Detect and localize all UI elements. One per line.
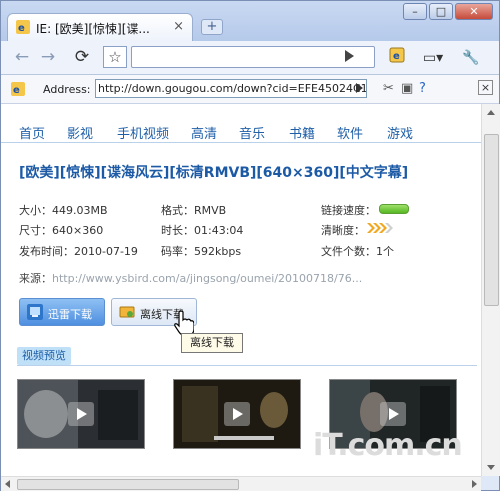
browser-toolbar: ← → ⟳ ☆ e ▭▾ 🔧▾	[1, 41, 499, 88]
tools-icon[interactable]: ✂	[383, 81, 394, 96]
video-preview-label: 视频预览	[17, 347, 71, 365]
vertical-scrollbar[interactable]	[481, 104, 500, 476]
new-tab-button[interactable]: +	[201, 19, 223, 35]
compat-icon[interactable]: ▣	[401, 81, 413, 96]
title-bar: e IE: [欧美][惊悚][谍... × + – □ ✕	[1, 1, 499, 41]
horizontal-scrollbar[interactable]	[1, 476, 481, 491]
info-duration: 时长：01:43:04	[161, 224, 244, 237]
nav-item-mobile-video[interactable]: 手机视频	[117, 123, 169, 142]
nav-item-video[interactable]: 影视	[67, 123, 93, 142]
ie-icon: e	[16, 20, 30, 34]
tooltip: 离线下载	[181, 333, 243, 353]
page-viewport: 首页 影视 手机视频 高清 音乐 书籍 软件 游戏 [欧美][惊悚][谍海风云]…	[1, 104, 481, 476]
info-speed-label: 链接速度：	[321, 204, 376, 217]
info-format: 格式：RMVB	[161, 204, 227, 217]
nav-item-hd[interactable]: 高清	[191, 123, 217, 142]
scroll-right-icon[interactable]	[472, 480, 477, 488]
ie-address-bar: e Address: http://down.gougou.com/down?c…	[1, 75, 499, 104]
divider	[17, 365, 477, 366]
ie-tab-icon[interactable]: e	[385, 47, 409, 69]
nav-item-home[interactable]: 首页	[19, 123, 45, 142]
scrollbar-thumb[interactable]	[484, 134, 499, 306]
tab-title: IE: [欧美][惊悚][谍...	[36, 22, 150, 36]
forward-icon[interactable]: →	[37, 47, 59, 69]
source-link[interactable]: http://www.ysbird.com/a/jingsong/oumei/2…	[52, 272, 362, 285]
go-icon[interactable]	[345, 50, 354, 62]
scroll-left-icon[interactable]	[5, 480, 10, 488]
ie-icon: e	[11, 82, 25, 96]
clarity-arrows-icon	[367, 223, 393, 233]
close-ie-bar-icon[interactable]: ×	[478, 80, 493, 95]
scroll-up-icon[interactable]	[487, 110, 495, 115]
scrollbar-thumb[interactable]	[17, 479, 239, 490]
info-size: 大小：449.03MB	[19, 204, 108, 217]
minimize-button[interactable]: –	[403, 3, 427, 20]
maximize-button[interactable]: □	[429, 3, 453, 20]
omnibox[interactable]	[131, 46, 375, 68]
info-clarity-label: 清晰度：	[321, 224, 365, 237]
nav-item-software[interactable]: 软件	[337, 123, 363, 142]
info-source: 来源：http://www.ysbird.com/a/jingsong/oume…	[19, 270, 362, 286]
xunlei-icon	[27, 304, 43, 320]
xunlei-download-button[interactable]: 迅雷下载	[19, 298, 105, 326]
svg-text:e: e	[393, 51, 400, 62]
nav-item-games[interactable]: 游戏	[387, 123, 413, 142]
play-icon[interactable]	[68, 402, 94, 426]
source-label: 来源：	[19, 272, 52, 285]
preview-thumbnail[interactable]	[173, 379, 301, 449]
browser-window: e IE: [欧美][惊悚][谍... × + – □ ✕ ← → ⟳ ☆ e …	[0, 0, 500, 491]
back-icon[interactable]: ←	[11, 47, 33, 69]
nav-item-music[interactable]: 音乐	[239, 123, 265, 142]
address-input[interactable]: http://down.gougou.com/down?cid=EFE45024…	[95, 79, 367, 98]
address-go-icon[interactable]	[356, 83, 363, 93]
offline-download-icon	[119, 306, 135, 318]
speed-indicator	[379, 204, 409, 214]
site-nav: 首页 影视 手机视频 高清 音乐 书籍 软件 游戏	[1, 118, 481, 143]
page-title: [欧美][惊悚][谍海风云][标清RMVB][640×360][中文字幕]	[19, 165, 409, 181]
page-menu-icon[interactable]: ▭▾	[421, 47, 445, 69]
close-window-button[interactable]: ✕	[455, 3, 493, 20]
browser-tab[interactable]: e IE: [欧美][惊悚][谍... ×	[7, 13, 193, 41]
info-file-count: 文件个数：1个	[321, 245, 394, 258]
scroll-down-icon[interactable]	[487, 465, 495, 470]
address-label: Address:	[43, 83, 91, 96]
play-icon[interactable]	[224, 402, 250, 426]
window-controls: – □ ✕	[401, 3, 493, 20]
wrench-menu-icon[interactable]: 🔧▾	[459, 47, 483, 88]
reload-icon[interactable]: ⟳	[71, 47, 93, 69]
info-resolution: 尺寸：640×360	[19, 224, 104, 237]
info-release: 发布时间：2010-07-19	[19, 245, 138, 258]
tab-close-icon[interactable]: ×	[173, 19, 184, 34]
xunlei-download-label: 迅雷下载	[48, 308, 92, 321]
svg-text:e: e	[18, 23, 25, 34]
info-bitrate: 码率：592kbps	[161, 245, 242, 258]
bookmark-star-icon[interactable]: ☆	[103, 46, 127, 68]
nav-item-books[interactable]: 书籍	[289, 123, 315, 142]
preview-thumbnail[interactable]	[17, 379, 145, 449]
help-icon[interactable]: ?	[419, 81, 426, 96]
svg-text:e: e	[13, 85, 20, 96]
play-icon[interactable]	[380, 402, 406, 426]
watermark-logo: iT.com.cn	[313, 428, 463, 463]
